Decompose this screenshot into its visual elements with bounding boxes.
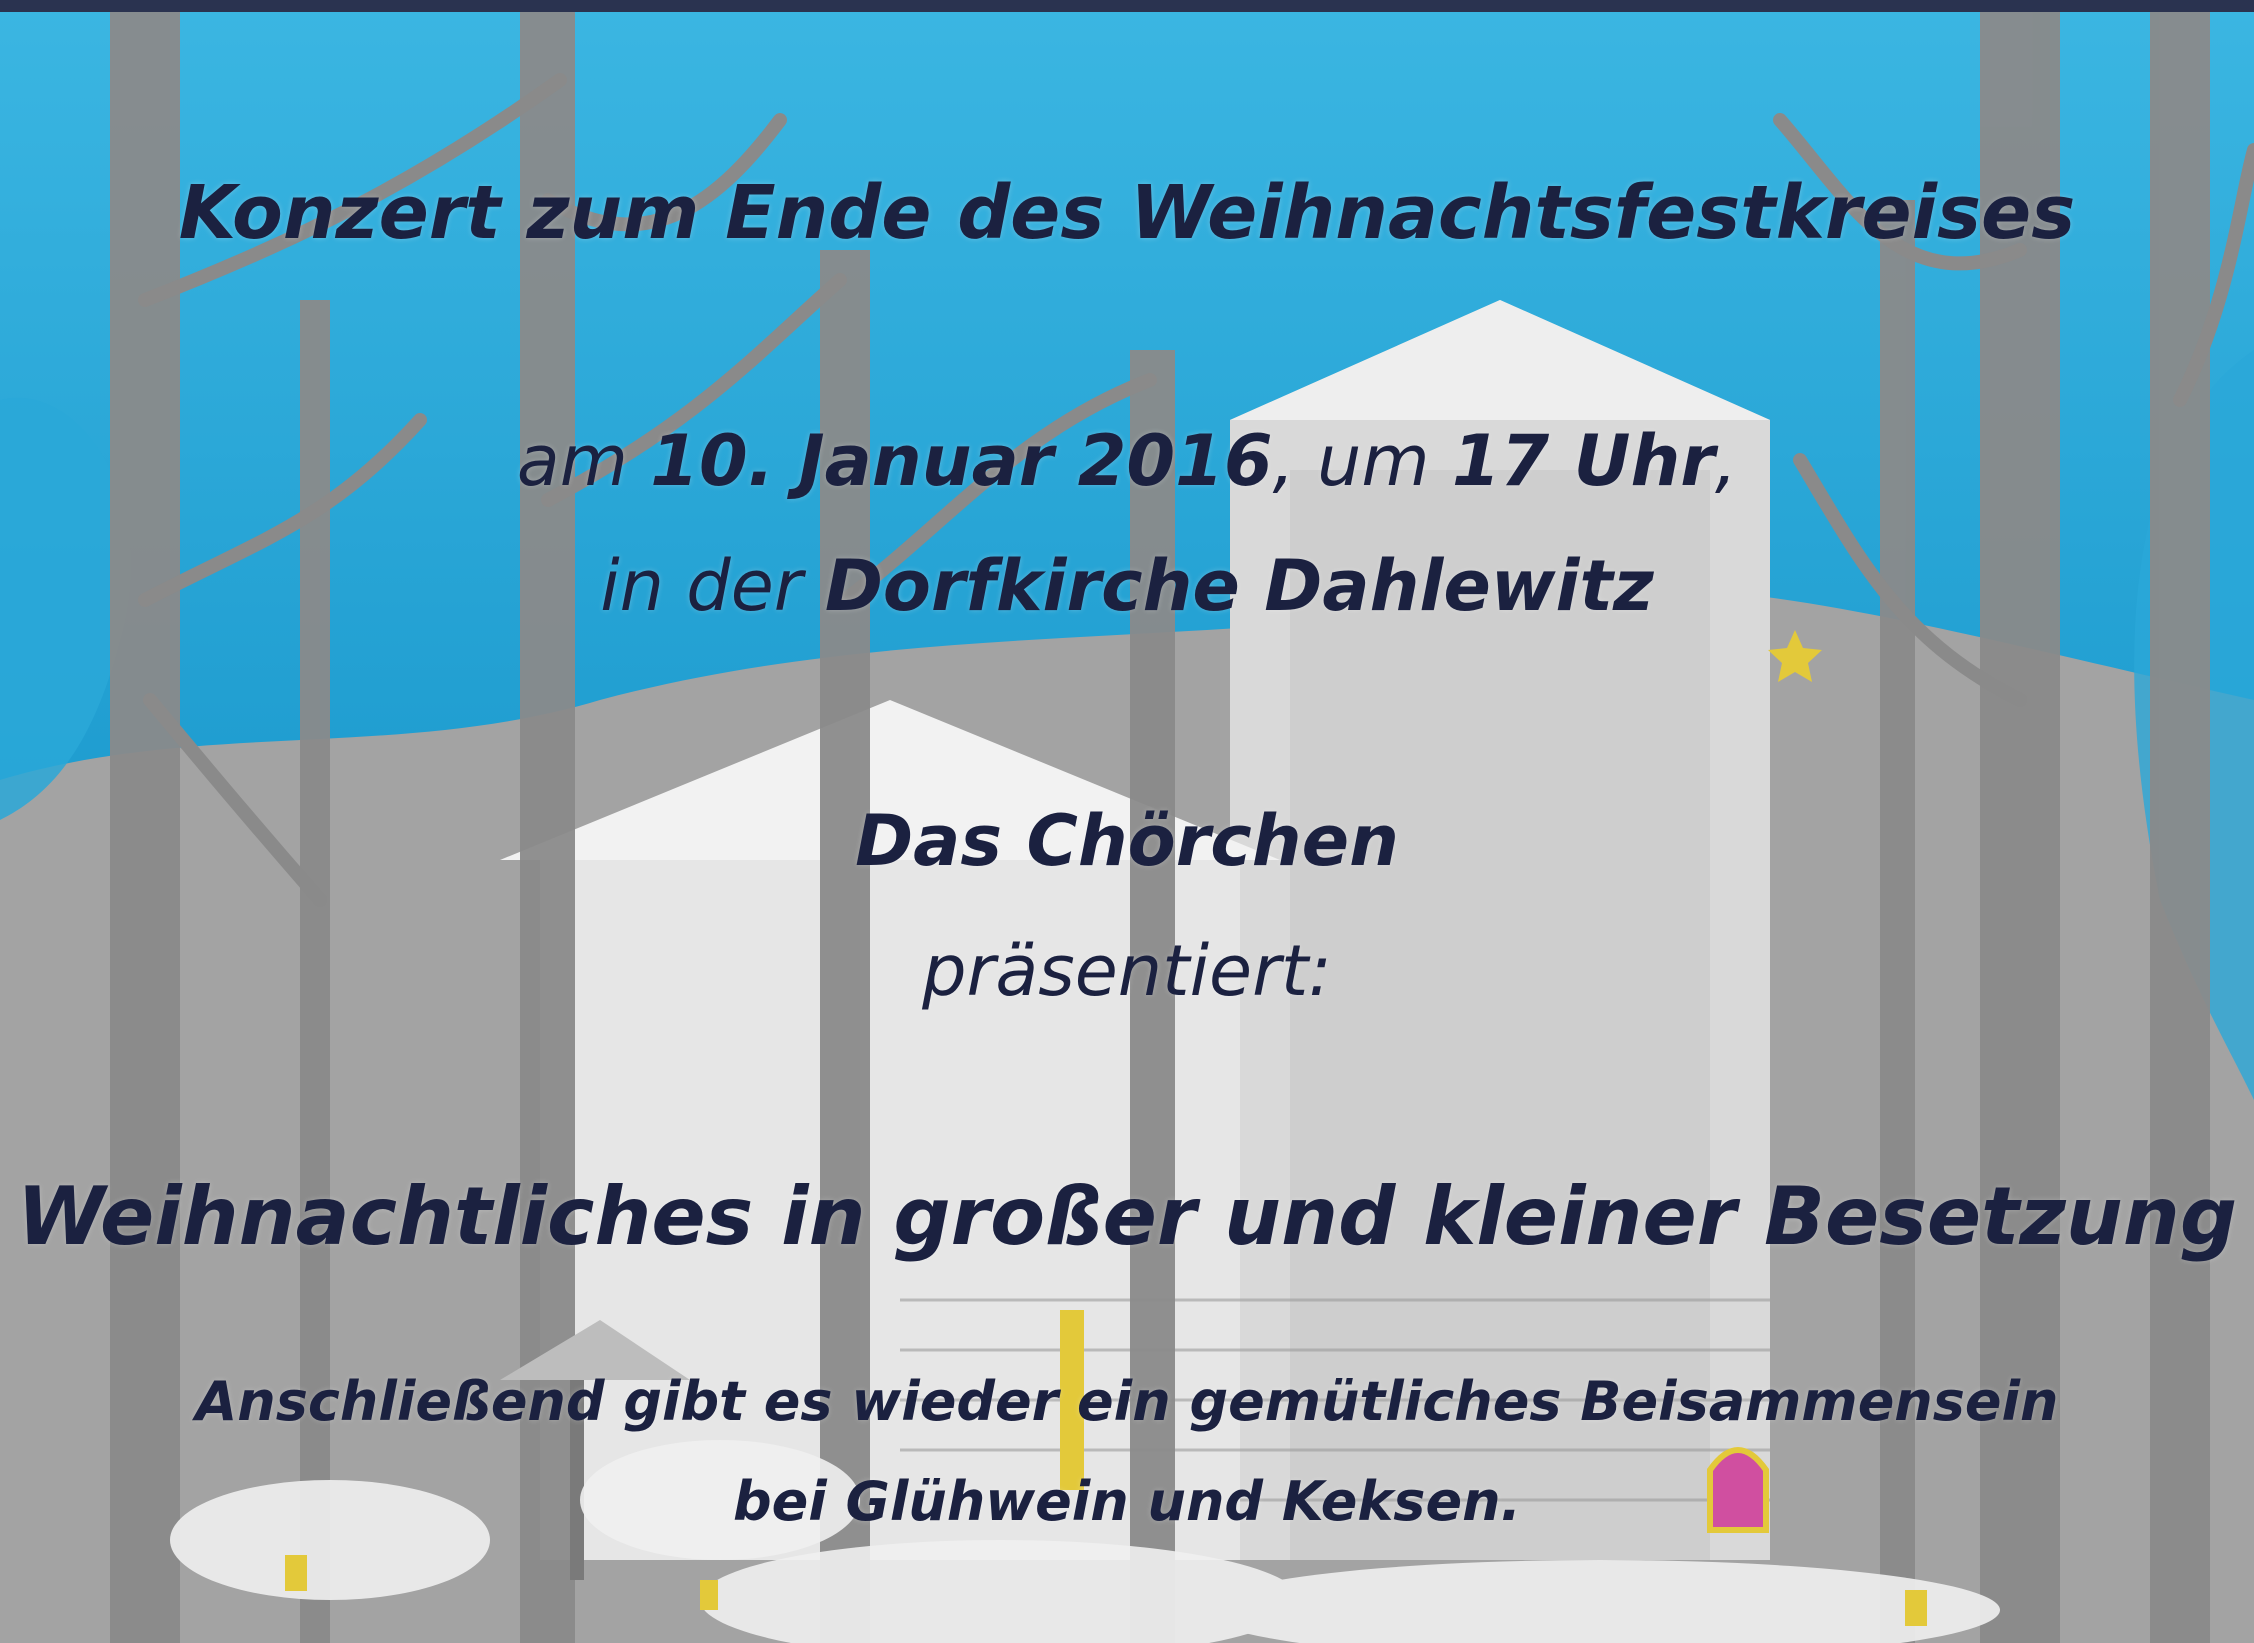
concert-date: 10. Januar 2016 bbox=[650, 420, 1273, 502]
presents-text: präsentiert: bbox=[922, 930, 1332, 1012]
top-border bbox=[0, 0, 2254, 12]
program-title: Weihnachtliches in großer und kleiner Be… bbox=[16, 1170, 2238, 1263]
date-middle: , um bbox=[1272, 420, 1452, 502]
note-line-2: bei Glühwein und Keksen. bbox=[732, 1470, 1522, 1533]
date-time-line: am 10. Januar 2016, um 17 Uhr, bbox=[0, 420, 2254, 502]
date-prefix: am bbox=[516, 420, 651, 502]
concert-place: Dorfkirche Dahlewitz bbox=[824, 545, 1654, 627]
place-line: in der Dorfkirche Dahlewitz bbox=[0, 545, 2254, 627]
ensemble-name: Das Chörchen bbox=[855, 800, 1399, 882]
date-suffix: , bbox=[1714, 420, 1738, 502]
place-prefix: in der bbox=[600, 545, 825, 627]
headline: Konzert zum Ende des Weihnachtsfestkreis… bbox=[178, 170, 2076, 256]
concert-time: 17 Uhr bbox=[1451, 420, 1715, 502]
note-line-1: Anschließend gibt es wieder ein gemütlic… bbox=[195, 1370, 2059, 1433]
